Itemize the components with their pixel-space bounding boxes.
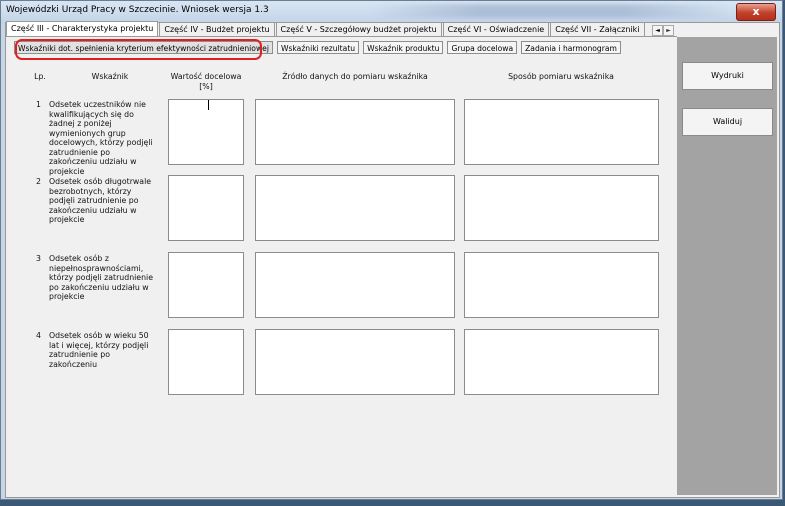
scroll-left-icon[interactable]: ◄ bbox=[652, 25, 663, 36]
target-value-input[interactable] bbox=[168, 99, 244, 165]
tab-scroll-controls: ◄ ► bbox=[652, 25, 674, 36]
validate-button[interactable]: Waliduj bbox=[682, 108, 773, 136]
method-input[interactable] bbox=[464, 329, 659, 395]
tab-part-7[interactable]: Część VII - Załączniki bbox=[550, 22, 645, 36]
row-number: 2 bbox=[36, 177, 41, 186]
method-input[interactable] bbox=[464, 252, 659, 318]
subtab-result-indicators[interactable]: Wskaźniki rezultatu bbox=[276, 41, 360, 54]
header-target-value: Wartość docelowa [%] bbox=[170, 72, 242, 91]
data-source-input[interactable] bbox=[255, 252, 455, 318]
blurred-titlebar-area bbox=[371, 4, 731, 18]
row-number: 4 bbox=[36, 331, 41, 340]
subtab-product-indicator[interactable]: Wskaźnik produktu bbox=[363, 41, 444, 54]
header-data-source: Źródło danych do pomiaru wskaźnika bbox=[282, 72, 428, 81]
subtab-tasks-schedule[interactable]: Zadania i harmonogram bbox=[521, 41, 621, 54]
tab-part-5[interactable]: Część V - Szczegółowy budżet projektu bbox=[275, 22, 442, 36]
target-value-input[interactable] bbox=[168, 329, 244, 395]
highlight-annotation bbox=[15, 39, 262, 60]
close-button[interactable]: x bbox=[736, 3, 776, 21]
subtab-target-group[interactable]: Grupa docelowa bbox=[447, 41, 518, 54]
header-indicator: Wskaźnik bbox=[91, 72, 129, 81]
row-description: Odsetek uczestników nie kwalifikujących … bbox=[49, 100, 153, 176]
row-description: Odsetek osób z niepełnosprawnościami, kt… bbox=[49, 254, 154, 301]
title-bar: Wojewódzki Urząd Pracy w Szczecinie. Wni… bbox=[1, 1, 782, 23]
data-source-input[interactable] bbox=[255, 99, 455, 165]
header-lp: Lp. bbox=[34, 72, 46, 81]
data-source-input[interactable] bbox=[255, 175, 455, 241]
tab-part-4[interactable]: Część IV - Budżet projektu bbox=[159, 22, 275, 36]
main-tabs: Część III - Charakterystyka projektu Czę… bbox=[6, 21, 646, 37]
tab-part-6[interactable]: Część VI - Oświadczenie bbox=[442, 22, 550, 36]
header-method: Sposób pomiaru wskaźnika bbox=[508, 72, 614, 81]
text-cursor bbox=[208, 100, 209, 110]
side-panel bbox=[677, 37, 777, 495]
row-description: Odsetek osób długotrwale bezrobotnych, k… bbox=[49, 177, 152, 224]
target-value-input[interactable] bbox=[168, 252, 244, 318]
tab-part-3[interactable]: Część III - Charakterystyka projektu bbox=[6, 21, 159, 37]
method-input[interactable] bbox=[464, 175, 659, 241]
window-title: Wojewódzki Urząd Pracy w Szczecinie. Wni… bbox=[6, 5, 269, 15]
row-number: 1 bbox=[36, 100, 41, 109]
row-description: Odsetek osób w wieku 50 lat i więcej, kt… bbox=[49, 331, 149, 369]
print-button[interactable]: Wydruki bbox=[682, 62, 773, 90]
data-source-input[interactable] bbox=[255, 329, 455, 395]
method-input[interactable] bbox=[464, 99, 659, 165]
scroll-right-icon[interactable]: ► bbox=[663, 25, 674, 36]
row-number: 3 bbox=[36, 254, 41, 263]
target-value-input[interactable] bbox=[168, 175, 244, 241]
